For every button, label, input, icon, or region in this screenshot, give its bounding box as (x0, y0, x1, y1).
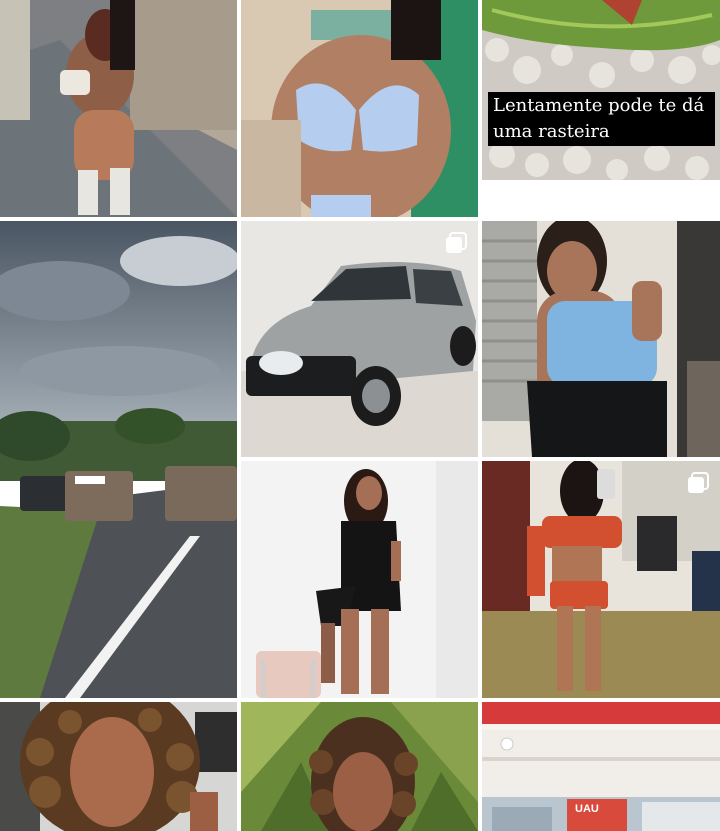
post-tile-10[interactable] (241, 702, 478, 831)
post-tile-11[interactable]: UAU (482, 702, 720, 831)
post-tile-7[interactable] (241, 461, 478, 698)
post-thumbnail-1 (0, 0, 237, 217)
post-tile-2[interactable] (241, 0, 478, 217)
post-thumbnail-3 (482, 0, 720, 180)
post-thumbnail-6 (482, 221, 720, 457)
post-thumbnail-10 (241, 702, 478, 831)
post-tile-6[interactable] (482, 221, 720, 457)
profile-post-grid: Lentamente pode te dá uma rasteira UAU (0, 0, 720, 831)
post-thumbnail-8 (482, 461, 720, 698)
post-tile-9[interactable] (0, 702, 237, 831)
post-thumbnail-4 (0, 221, 237, 698)
post-caption-overlay: Lentamente pode te dá uma rasteira (488, 92, 715, 146)
store-sign: UAU (575, 803, 599, 815)
post-thumbnail-2 (241, 0, 478, 217)
post-tile-5[interactable] (241, 221, 478, 457)
post-tile-8[interactable] (482, 461, 720, 698)
post-tile-1[interactable] (0, 0, 237, 217)
post-thumbnail-11 (482, 702, 720, 831)
post-tile-3[interactable]: Lentamente pode te dá uma rasteira (482, 0, 720, 180)
post-thumbnail-9 (0, 702, 237, 831)
carousel-icon (446, 232, 467, 253)
carousel-icon (688, 472, 709, 493)
post-tile-4[interactable] (0, 221, 237, 698)
post-thumbnail-7 (241, 461, 478, 698)
post-thumbnail-5 (241, 221, 478, 457)
